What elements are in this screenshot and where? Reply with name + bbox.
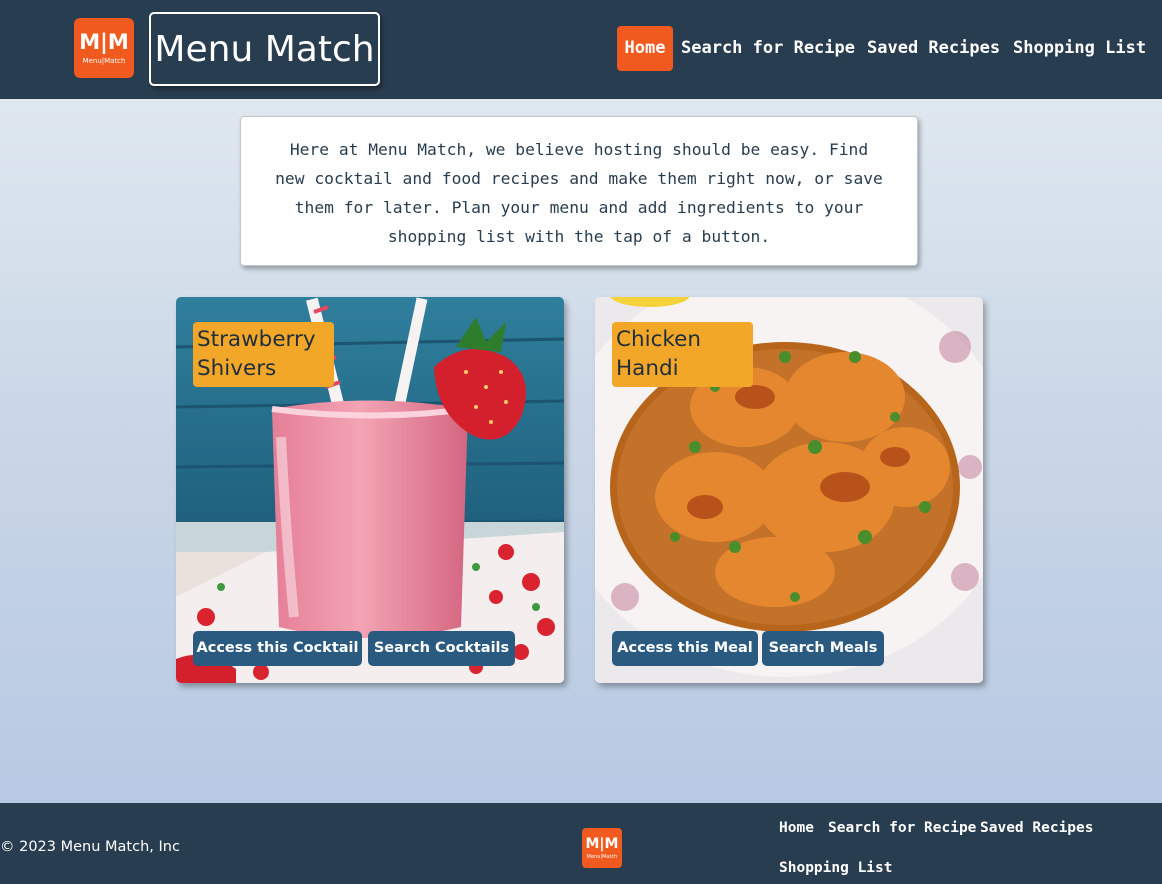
nav-search-for-recipe[interactable]: Search for Recipe — [681, 26, 855, 71]
footer-nav-search-for-recipe[interactable]: Search for Recipe — [828, 820, 976, 836]
footer-logo-icon[interactable]: M|M Menu|Match — [582, 828, 622, 868]
access-cocktail-button[interactable]: Access this Cocktail — [193, 631, 362, 666]
logo-subtext: Menu|Match — [82, 56, 126, 65]
footer-nav-saved-recipes[interactable]: Saved Recipes — [980, 820, 1094, 836]
footer-nav-home[interactable]: Home — [779, 820, 814, 836]
cocktail-card: Strawberry Shivers Access this Cocktail … — [176, 297, 564, 683]
site-footer: © 2023 Menu Match, Inc M|M Menu|Match Ho… — [0, 803, 1162, 884]
footer-nav-shopping-list[interactable]: Shopping List — [779, 860, 893, 876]
intro-text: Here at Menu Match, we believe hosting s… — [240, 116, 918, 266]
search-cocktails-button[interactable]: Search Cocktails — [368, 631, 515, 666]
footer-logo-mark: M|M — [585, 835, 619, 852]
brand-title[interactable]: Menu Match — [149, 12, 380, 86]
logo-icon[interactable]: M|M Menu|Match — [74, 18, 134, 78]
nav-home[interactable]: Home — [617, 26, 673, 71]
search-meals-button[interactable]: Search Meals — [762, 631, 884, 666]
card-title: Chicken Handi — [612, 322, 753, 387]
meal-card: Chicken Handi Access this Meal Search Me… — [595, 297, 983, 683]
site-header: M|M Menu|Match Menu Match Home Search fo… — [0, 0, 1162, 99]
footer-logo-subtext: Menu|Match — [586, 853, 618, 860]
access-meal-button[interactable]: Access this Meal — [612, 631, 758, 666]
nav-shopping-list[interactable]: Shopping List — [1013, 26, 1146, 71]
nav-saved-recipes[interactable]: Saved Recipes — [867, 26, 1000, 71]
copyright-text: © 2023 Menu Match, Inc — [0, 839, 180, 855]
card-title: Strawberry Shivers — [193, 322, 334, 387]
logo-mark: M|M — [79, 29, 129, 54]
